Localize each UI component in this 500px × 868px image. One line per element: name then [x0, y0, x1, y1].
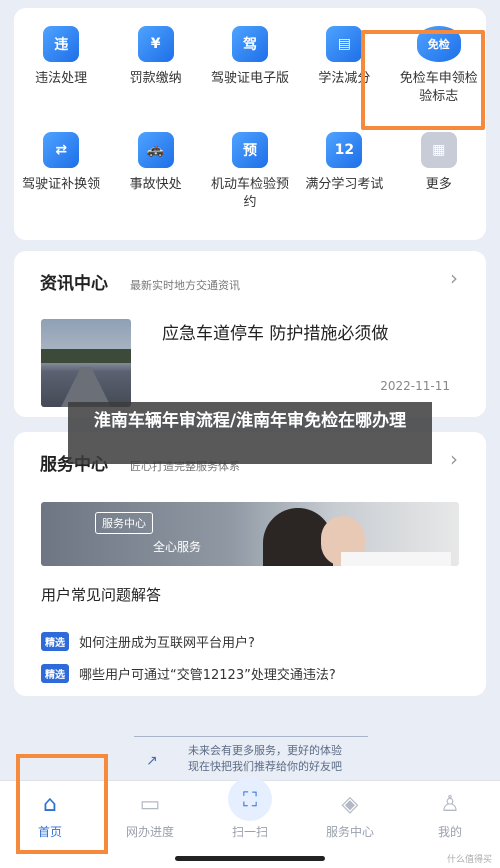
grid-item-violation[interactable]: 违 违法处理: [14, 26, 108, 118]
overlay-caption: 淮南车辆年审流程/淮南年审免检在哪办理: [68, 402, 432, 464]
more-line-1: 未来会有更多服务，更好的体验: [188, 744, 342, 757]
share-icon: ↗: [146, 753, 158, 769]
banner-text: 全心服务: [153, 540, 202, 554]
banner-tag: 服务中心: [95, 512, 153, 534]
grid-item-label: 满分学习考试: [305, 177, 384, 192]
chevron-right-icon[interactable]: ›: [444, 446, 464, 472]
grid-item-label: 驾驶证电子版: [210, 71, 289, 86]
faq-question: 如何注册成为互联网平台用户?: [79, 636, 255, 651]
more-line-2: 现在快把我们推荐给你的好友吧: [188, 760, 342, 773]
faq-question: 哪些用户可通过“交管12123”处理交通违法?: [79, 668, 336, 683]
bottom-nav: ⌂ 首页 ▭ 网办进度 ⛶ 扫一扫 ◈ 服务中心 ♙ 我的: [0, 777, 500, 868]
nav-scan[interactable]: ⛶ 扫一扫: [200, 777, 300, 868]
more-services-note[interactable]: ↗ 未来会有更多服务，更好的体验 现在快把我们推荐给你的好友吧: [134, 736, 368, 780]
chevron-right-icon[interactable]: ›: [444, 265, 464, 291]
monitor-icon: ▭: [139, 791, 161, 817]
news-headline[interactable]: 应急车道停车 防护措施必须做: [162, 319, 388, 344]
e-license-icon: 驾: [231, 26, 268, 62]
home-indicator: [175, 856, 325, 861]
nav-progress[interactable]: ▭ 网办进度: [100, 781, 200, 868]
grid-item-inspection-booking[interactable]: 预 机动车检验预约: [203, 132, 297, 224]
more-services-text: 未来会有更多服务，更好的体验 现在快把我们推荐给你的好友吧: [170, 743, 360, 775]
study-book-icon: ▤: [326, 26, 363, 62]
more-grid-icon: ▦: [420, 132, 457, 168]
nav-label: 服务中心: [325, 825, 374, 839]
faq-item[interactable]: 精选 哪些用户可通过“交管12123”处理交通违法?: [41, 664, 336, 683]
grid-item-license-replace[interactable]: ⇄ 驾驶证补换领: [14, 132, 108, 224]
nav-service-center[interactable]: ◈ 服务中心: [300, 781, 400, 868]
grid-item-full-score-study[interactable]: 12 满分学习考试: [297, 132, 391, 224]
banner-agent-shirt: [341, 552, 451, 566]
violation-icon: 违: [43, 26, 80, 62]
license-replace-icon: ⇄: [43, 132, 80, 168]
fine-payment-icon: ¥: [137, 26, 174, 62]
exempt-badge-icon: 免检: [416, 26, 461, 62]
accident-car-icon: 🚓: [137, 132, 174, 168]
scan-icon: ⛶: [228, 777, 272, 821]
grid-item-label: 学法减分: [318, 71, 371, 86]
news-title: 资讯中心: [40, 274, 108, 294]
service-center-card: 服务中心 匠心打造完整服务体系 › 服务中心 全心服务 用户常见问题解答 精选 …: [14, 432, 486, 696]
service-diamond-icon: ◈: [341, 791, 359, 817]
grid-item-label: 更多: [425, 177, 452, 192]
faq-title: 用户常见问题解答: [41, 586, 162, 604]
nav-label: 我的: [437, 825, 462, 839]
news-header: 资讯中心 最新实时地方交通资讯: [40, 269, 240, 294]
grid-item-study-deduct[interactable]: ▤ 学法减分: [297, 26, 391, 118]
grid-item-more[interactable]: ▦ 更多: [392, 132, 486, 224]
inspection-booking-icon: 预: [231, 132, 268, 168]
grid-item-exempt-badge[interactable]: 免检 免检车申领检验标志: [392, 26, 486, 118]
user-icon: ♙: [440, 791, 460, 817]
grid-item-fine-payment[interactable]: ¥ 罚款缴纳: [108, 26, 202, 118]
featured-badge: 精选: [41, 664, 69, 683]
grid-item-label: 罚款缴纳: [129, 71, 182, 86]
news-thumbnail[interactable]: [41, 319, 131, 407]
grid-item-label: 免检车申领检验标志: [399, 71, 478, 104]
faq-item[interactable]: 精选 如何注册成为互联网平台用户?: [41, 632, 255, 651]
news-date: 2022-11-11: [380, 379, 450, 393]
watermark: 什么值得买: [446, 855, 492, 865]
home-icon: ⌂: [43, 791, 57, 817]
featured-badge: 精选: [41, 632, 69, 651]
calendar-12-icon: 12: [326, 132, 363, 168]
nav-home[interactable]: ⌂ 首页: [0, 781, 100, 868]
grid-item-label: 机动车检验预约: [210, 177, 289, 210]
grid-item-label: 违法处理: [35, 71, 88, 86]
nav-label: 网办进度: [125, 825, 174, 839]
nav-label: 扫一扫: [231, 825, 268, 839]
service-banner[interactable]: 服务中心 全心服务: [41, 502, 459, 566]
grid-item-label: 驾驶证补换领: [22, 177, 101, 192]
nav-label: 首页: [37, 825, 62, 839]
news-subtitle: 最新实时地方交通资讯: [130, 279, 240, 292]
news-card[interactable]: 资讯中心 最新实时地方交通资讯 › 应急车道停车 防护措施必须做 2022-11…: [14, 251, 486, 417]
service-grid-card: 违 违法处理 ¥ 罚款缴纳 驾 驾驶证电子版 ▤ 学法减分 免检 免检车申领检验…: [14, 8, 486, 240]
service-grid: 违 违法处理 ¥ 罚款缴纳 驾 驾驶证电子版 ▤ 学法减分 免检 免检车申领检验…: [14, 26, 486, 224]
grid-item-label: 事故快处: [129, 177, 182, 192]
grid-item-e-license[interactable]: 驾 驾驶证电子版: [203, 26, 297, 118]
grid-item-accident[interactable]: 🚓 事故快处: [108, 132, 202, 224]
